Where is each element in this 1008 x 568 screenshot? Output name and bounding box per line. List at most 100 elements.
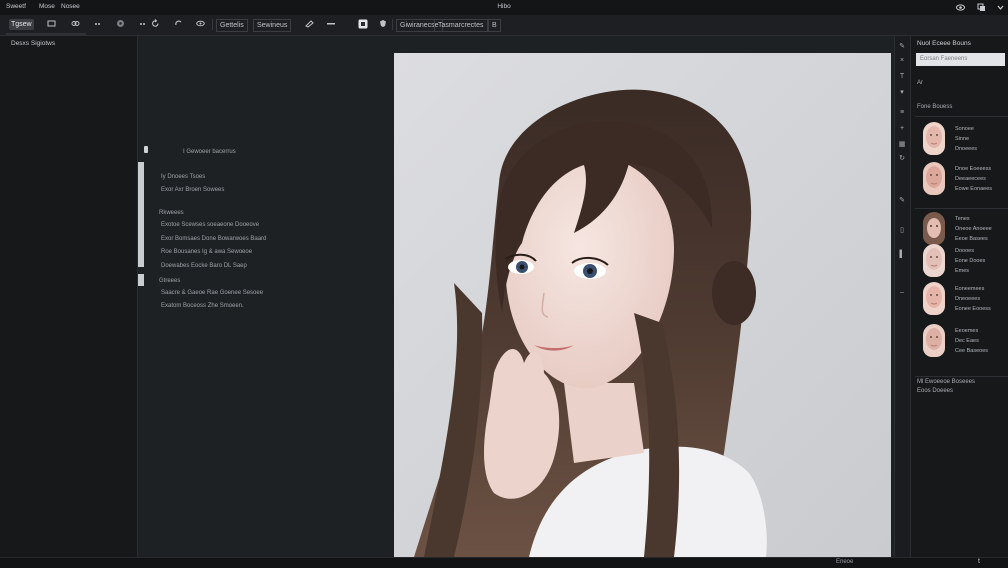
inspector-line: Iy Dnoees Tsoes (161, 174, 206, 180)
chevron-down-icon[interactable] (996, 3, 1005, 12)
face-label: Eeoemes (955, 328, 979, 334)
inspector-line: Doewabes Eocke Baro DL Saep (161, 263, 247, 269)
divider (915, 208, 1008, 209)
grid-icon[interactable]: ▦ (898, 140, 906, 149)
toolbar-button-4[interactable]: Tasmarcrectes (434, 19, 488, 32)
inspector-line: Exotoe Scewses soeaeone Dooeove (161, 222, 260, 228)
inspector-line: Rkweees (159, 210, 184, 216)
status-indicator: t (978, 558, 980, 565)
inspector-line: Saacre & Gaeoe Rae Goenee Sesoee (161, 290, 264, 296)
dots-icon[interactable] (94, 19, 103, 30)
sliders-icon[interactable]: ≡ (898, 108, 906, 117)
toolbar-button-2[interactable]: Sewineus (253, 19, 292, 32)
square-icon[interactable] (358, 19, 368, 30)
face-label: Deeaeecees (955, 176, 986, 182)
inspector-line: I Gewoeer bacerrus (183, 149, 236, 155)
face-label: Doooes (955, 248, 974, 254)
vertical-toolbar: ✎ × T ▾ ≡ + ▦ ↻ ✎ ▯ ▌ – (894, 36, 909, 557)
face-label: Dneoeees (955, 296, 981, 302)
face-list-item[interactable]: Doooes Eone Dooes Emes (915, 244, 1008, 278)
face-label: Eone Dooes (955, 258, 986, 264)
link-icon[interactable] (71, 19, 80, 30)
face-label: Dec Eaes (955, 338, 979, 344)
face-label: Oneoe Anoeee (955, 226, 992, 232)
text-icon[interactable]: T (898, 72, 906, 81)
face-label: Dnoeees (955, 146, 978, 152)
face-label: Sinne (955, 136, 970, 142)
copy-icon[interactable]: ▯ (898, 226, 906, 235)
shield-icon[interactable] (379, 19, 387, 30)
brush-icon[interactable]: ✎ (898, 42, 906, 51)
window-title: Hibo (497, 3, 511, 10)
inspector-line: Gtreees (159, 278, 181, 284)
face-thumbnail (923, 324, 945, 357)
toolbar-separator (212, 19, 213, 30)
face-label: Eeoe Basees (955, 236, 988, 242)
right-panel-title: Nuol Eceee Bouns (917, 40, 971, 47)
plus-icon[interactable]: + (898, 124, 906, 133)
rectangle-icon[interactable] (47, 19, 56, 30)
panel-footer-line: Ml Ewoeeoe Boseees (917, 379, 976, 385)
face-thumbnail (923, 282, 945, 315)
right-panel: Nuol Eceee Bouns Eorsan Faeneens Ar Fone… (910, 36, 1008, 557)
copy-icon[interactable] (977, 3, 986, 12)
refresh-icon[interactable] (151, 19, 160, 30)
brush-icon[interactable]: ✎ (898, 196, 906, 205)
face-label: Sonoee (955, 126, 974, 132)
status-bar: Eneoe t (0, 557, 1008, 568)
inspector-line: Exor Bomsaes Done Bowarwoes Baard (161, 236, 267, 242)
divider (915, 116, 1008, 117)
inspector-handle[interactable] (144, 146, 148, 153)
left-panel: Desxs Sigiotws (0, 36, 138, 557)
toolbar-separator (392, 19, 393, 30)
bar-icon[interactable]: ▌ (898, 250, 906, 259)
face-label: Eowe Eonaees (955, 186, 992, 192)
dots-icon[interactable] (138, 19, 147, 30)
toolbar: Tgsew Gettelis Sewineus Giwiranecse Tasm… (0, 15, 1008, 36)
inspector-line: Roe Bousanes Ig & awa Sewoeoe (161, 249, 253, 255)
toolbar-button-5[interactable]: B (488, 19, 501, 32)
toolbar-button-1[interactable]: Gettelis (216, 19, 248, 32)
status-text: Eneoe (836, 559, 854, 565)
dots-icon[interactable] (326, 19, 336, 30)
face-label: Cee Baseoes (955, 348, 989, 354)
panel-footer-line: Eoos Doeees (917, 388, 954, 394)
face-thumbnail (923, 244, 945, 277)
inspector-scrollbar[interactable] (138, 162, 144, 267)
inspector-line: Exatom Boceoss Zhe Smoeen. (161, 303, 244, 309)
refresh-icon[interactable]: ↻ (898, 154, 906, 163)
eye-icon[interactable] (956, 3, 965, 12)
inspector-line: Exor Axr Broen Sowees (161, 187, 225, 193)
disc-icon[interactable] (116, 19, 125, 30)
title-bar: Sweetf Mose Nosee Hibo (0, 0, 1008, 16)
face-label: Tenes (955, 216, 970, 222)
pointer-icon[interactable]: ▾ (898, 88, 906, 97)
face-list-item[interactable]: Tenes Oneoe Anoeee Eeoe Basees (915, 212, 1008, 246)
face-thumbnail (923, 122, 945, 155)
portrait-image (394, 53, 891, 557)
panel-header-line: Fone Bouess (917, 104, 953, 110)
face-search-input[interactable]: Eorsan Faeneens (916, 53, 1005, 66)
brush-icon[interactable] (305, 19, 315, 30)
face-list-item[interactable]: Eeoemes Dec Eaes Cee Baseoes (915, 324, 1008, 358)
panel-header-line: Ar (917, 80, 923, 86)
face-label: Eonee Eooess (955, 306, 991, 312)
face-thumbnail (923, 162, 945, 195)
face-label: Eoneemees (955, 286, 985, 292)
inspector-scrollbar-thumb[interactable] (138, 274, 144, 286)
minus-icon[interactable]: – (898, 288, 906, 297)
face-thumbnail (923, 212, 945, 245)
close-icon[interactable]: × (898, 56, 906, 65)
face-list-item[interactable]: Sonoee Sinne Dnoeees (915, 122, 1008, 156)
eye-icon[interactable] (196, 19, 205, 30)
divider (915, 376, 1008, 377)
face-list-item[interactable]: Dnoe Eoeeess Deeaeecees Eowe Eonaees (915, 162, 1008, 196)
inspector-overlay: I Gewoeer bacerrus Iy Dnoees Tsoes Exor … (138, 36, 388, 557)
face-label: Emes (955, 268, 970, 274)
toolbar-tool-select[interactable]: Tgsew (9, 19, 34, 30)
tab-underline (6, 33, 86, 35)
undo-icon[interactable] (174, 19, 183, 30)
left-panel-title: Desxs Sigiotws (11, 40, 56, 47)
face-label: Dnoe Eoeeess (955, 166, 992, 172)
face-list-item[interactable]: Eoneemees Dneoeees Eonee Eooess (915, 282, 1008, 316)
